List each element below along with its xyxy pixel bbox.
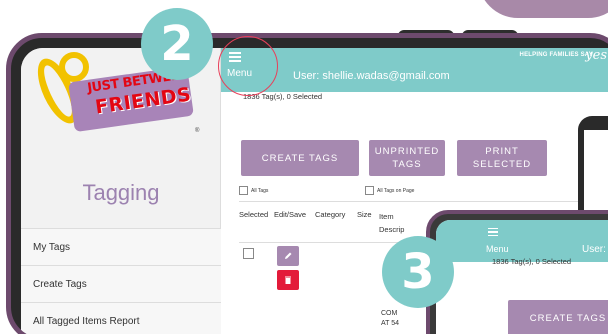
sidebar-item-create-tags[interactable]: Create Tags [21, 265, 221, 302]
phone-menu-label[interactable]: Menu [486, 244, 509, 254]
column-header-item-description: Item Descrip [379, 212, 405, 234]
row-select-checkbox[interactable] [243, 248, 254, 259]
unprinted-tags-button[interactable]: UNPRINTED TAGS [369, 140, 445, 176]
step-3-badge: 3 [382, 236, 454, 308]
phone-tag-count: 1836 Tag(s), 0 Selected [492, 257, 572, 266]
sidebar-item-my-tags[interactable]: My Tags [21, 228, 221, 265]
row-description-1: COM [381, 310, 398, 317]
print-label-line2: SELECTED [472, 159, 532, 170]
all-tags-checkbox-row[interactable]: All Tags [239, 186, 268, 195]
device-edge [578, 116, 608, 230]
delete-button[interactable] [277, 270, 299, 290]
unprinted-label-line1: UNPRINTED [374, 146, 440, 157]
phone-screen: Menu User: 1836 Tag(s), 0 Selected CREAT… [436, 220, 608, 334]
column-header-edit-save: Edit/Save [274, 210, 307, 219]
sidebar-nav: My Tags Create Tags All Tagged Items Rep… [21, 228, 221, 334]
print-label-line1: PRINT [485, 146, 519, 157]
all-tags-page-checkbox-row[interactable]: All Tags on Page [365, 186, 414, 195]
user-label: User: shellie.wadas@gmail.com [293, 70, 450, 82]
all-tags-page-label: All Tags on Page [377, 187, 415, 194]
phone-hamburger-menu-icon[interactable] [488, 228, 498, 238]
phone-top-bar: Menu User: 1836 Tag(s), 0 Selected [436, 220, 608, 266]
edit-button[interactable] [277, 246, 299, 266]
create-tags-button[interactable]: CREATE TAGS [241, 140, 359, 176]
phone-create-tags-label: CREATE TAGS [529, 312, 607, 324]
all-tags-label: All Tags [251, 187, 269, 194]
menu-highlight-circle [218, 36, 278, 96]
column-header-size: Size [357, 210, 372, 219]
tutorial-screenshot: JUST BETWEEN FRIENDS ® Tagging My Tags C… [0, 0, 608, 334]
all-tags-checkbox[interactable] [239, 186, 248, 195]
phone-create-tags-button[interactable]: CREATE TAGS [508, 300, 608, 334]
sidebar-item-all-tagged-items-report[interactable]: All Tagged Items Report [21, 302, 221, 334]
column-header-category: Category [315, 210, 346, 219]
print-selected-button[interactable]: PRINT SELECTED [457, 140, 547, 176]
trash-icon [285, 276, 291, 284]
row-description-2: AT 54 [381, 320, 400, 327]
logo-registered: ® [195, 128, 200, 134]
phone-user-label: User: [582, 244, 606, 255]
background-decoration [478, 0, 608, 18]
brand-tagline: HELPING FAMILIES SAY [519, 52, 593, 58]
sidebar-title: Tagging [82, 180, 160, 205]
brand-yes: yes [585, 48, 607, 63]
step-2-badge: 2 [141, 8, 213, 80]
sidebar: JUST BETWEEN FRIENDS ® Tagging My Tags C… [21, 48, 221, 334]
top-bar: Menu User: shellie.wadas@gmail.com HELPI… [221, 48, 608, 92]
all-tags-page-checkbox[interactable] [365, 186, 374, 195]
pencil-icon [285, 252, 292, 259]
column-header-selected: Selected [239, 210, 269, 219]
logo-bow [59, 52, 89, 82]
unprinted-label-line2: TAGS [392, 159, 422, 170]
create-tags-label: CREATE TAGS [261, 152, 339, 164]
